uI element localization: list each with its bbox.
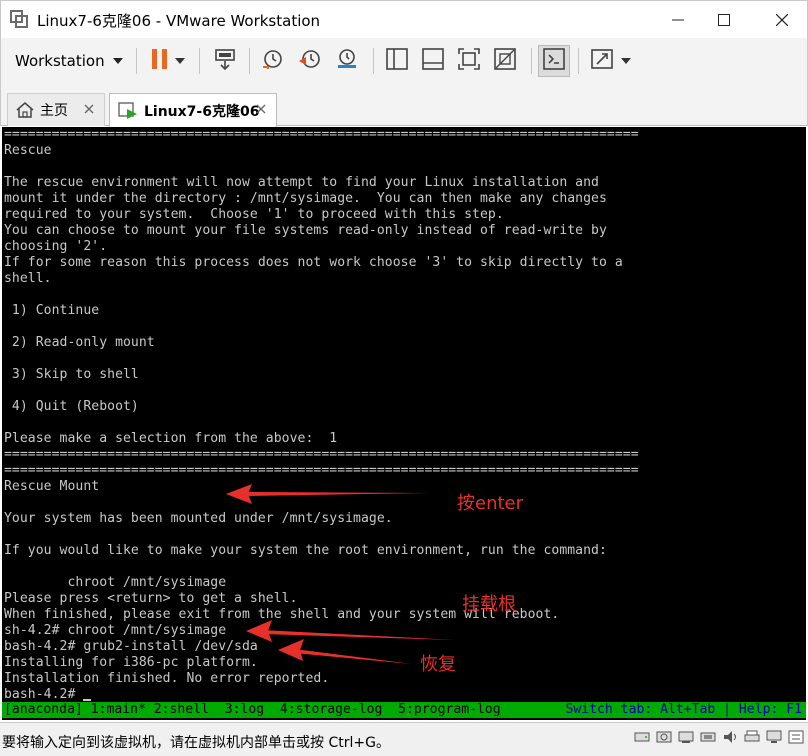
workstation-menu-label: Workstation <box>15 52 105 70</box>
message-log-icon[interactable] <box>788 729 804 745</box>
pause-button[interactable] <box>145 45 191 77</box>
printer-icon[interactable] <box>744 729 760 745</box>
snapshot-icon <box>261 47 285 75</box>
sound-card-icon[interactable] <box>722 729 738 745</box>
tab-strip: 主页 Linux7-6克隆06 <box>0 84 808 127</box>
console-line: Installation finished. No error reported… <box>4 671 330 686</box>
hard-disk-icon[interactable] <box>634 729 650 745</box>
console-line: The rescue environment will now attempt … <box>4 175 599 190</box>
fullscreen-button[interactable] <box>453 45 485 77</box>
console-line: Please press <return> to get a shell. <box>4 591 298 606</box>
home-icon <box>16 102 34 118</box>
close-button[interactable] <box>759 1 805 39</box>
console-line: required to your system. Choose '1' to p… <box>4 207 504 222</box>
cd-dvd-icon[interactable] <box>656 729 672 745</box>
chevron-down-icon <box>175 58 185 64</box>
window-title: Linux7-6克隆06 - VMware Workstation <box>37 12 321 30</box>
console-line: 4) Quit (Reboot) <box>4 399 139 414</box>
send-ctrl-alt-del-button[interactable] <box>209 45 241 77</box>
send-ctrl-alt-del-icon <box>213 47 237 75</box>
console-line: 3) Skip to shell <box>4 367 139 382</box>
snapshot-manager-button[interactable] <box>331 45 363 77</box>
annotation-mount-root: 挂载根 <box>462 594 516 615</box>
console-output: ========================================… <box>4 127 639 703</box>
chevron-down-icon <box>621 58 631 64</box>
title-bar: Linux7-6克隆06 - VMware Workstation <box>0 0 808 38</box>
tab-home-label: 主页 <box>40 103 68 119</box>
console-line: shell. <box>4 271 52 286</box>
toolbar: Workstation <box>0 38 808 84</box>
fullscreen-icon <box>458 48 480 74</box>
annotation-press-enter: 按enter <box>457 493 524 514</box>
text-cursor <box>83 699 92 701</box>
stretch-icon <box>591 47 615 75</box>
console-view-icon <box>543 48 565 74</box>
console-line: Your system has been mounted under /mnt/… <box>4 511 393 526</box>
display-icon[interactable] <box>766 729 782 745</box>
console-line: 1) Continue <box>4 303 100 318</box>
console-line: bash-4.2# grub2-install /dev/sda <box>4 639 258 654</box>
console-line: sh-4.2# chroot /mnt/sysimage <box>4 623 227 638</box>
stretch-guest-button[interactable] <box>587 45 635 77</box>
tmux-help-hint: Switch tab: Alt+Tab | Help: F1 <box>565 702 803 717</box>
toolbar-divider <box>199 48 200 74</box>
device-icons <box>634 729 804 745</box>
usb-controller-icon[interactable] <box>700 729 716 745</box>
annotation-recover: 恢复 <box>420 654 456 675</box>
show-thumbnail-bar-button[interactable] <box>417 45 449 77</box>
tab-home[interactable]: 主页 <box>7 93 105 126</box>
console-line: choosing '2'. <box>4 239 108 254</box>
close-icon[interactable] <box>255 103 267 115</box>
thumbnail-view-icon <box>422 48 444 74</box>
minimize-button[interactable] <box>655 1 701 39</box>
console-line: You can choose to mount your file system… <box>4 223 607 238</box>
toolbar-divider <box>373 48 374 74</box>
tmux-window-list: [anaconda] 1:main* 2:shell 3:log 4:stora… <box>4 702 501 717</box>
console-line: bash-4.2# <box>4 687 84 702</box>
console-line: mount it under the directory : /mnt/sysi… <box>4 191 607 206</box>
tab-vm[interactable]: Linux7-6克隆06 <box>109 93 277 127</box>
maximize-button[interactable] <box>701 1 747 39</box>
take-snapshot-button[interactable] <box>257 45 289 77</box>
console-line: Please make a selection from the above: … <box>4 431 338 446</box>
console-separator: ========================================… <box>4 127 639 142</box>
toolbar-divider <box>136 48 137 74</box>
status-message: 要将输入定向到该虚拟机，请在虚拟机内部单击或按 Ctrl+G。 <box>2 735 390 751</box>
console-line: 2) Read-only mount <box>4 335 155 350</box>
console-line: Rescue <box>4 143 52 158</box>
toolbar-divider <box>531 48 532 74</box>
console-line: If you would like to make your system th… <box>4 543 607 558</box>
network-adapter-icon[interactable] <box>678 729 694 745</box>
console-line: chroot /mnt/sysimage <box>4 575 227 590</box>
vm-running-icon <box>118 101 138 120</box>
workstation-menu[interactable]: Workstation <box>9 47 129 75</box>
show-library-button[interactable] <box>381 45 413 77</box>
console-line: Installing for i386-pc platform. <box>4 655 258 670</box>
tab-vm-label: Linux7-6克隆06 <box>144 103 260 120</box>
console-separator: ========================================… <box>4 463 639 478</box>
vm-console[interactable]: ========================================… <box>2 127 806 720</box>
toolbar-divider <box>249 48 250 74</box>
console-line: If for some reason this process does not… <box>4 255 623 270</box>
library-view-icon <box>386 48 408 74</box>
vmware-logo-icon <box>10 10 28 28</box>
unity-button[interactable] <box>489 45 521 77</box>
console-separator: ========================================… <box>4 447 639 462</box>
console-view-button[interactable] <box>538 45 570 77</box>
revert-snapshot-button[interactable] <box>294 45 326 77</box>
console-line: Rescue Mount <box>4 479 100 494</box>
tmux-status-bar: [anaconda] 1:main* 2:shell 3:log 4:stora… <box>2 702 806 718</box>
snapshot-manager-icon <box>335 47 359 75</box>
status-bar: 要将输入定向到该虚拟机，请在虚拟机内部单击或按 Ctrl+G。 <box>0 722 808 756</box>
pause-icon <box>151 48 169 74</box>
revert-snapshot-icon <box>298 47 322 75</box>
chevron-down-icon <box>112 58 123 64</box>
close-icon[interactable] <box>83 103 95 115</box>
toolbar-divider <box>578 48 579 74</box>
unity-icon <box>494 48 516 74</box>
